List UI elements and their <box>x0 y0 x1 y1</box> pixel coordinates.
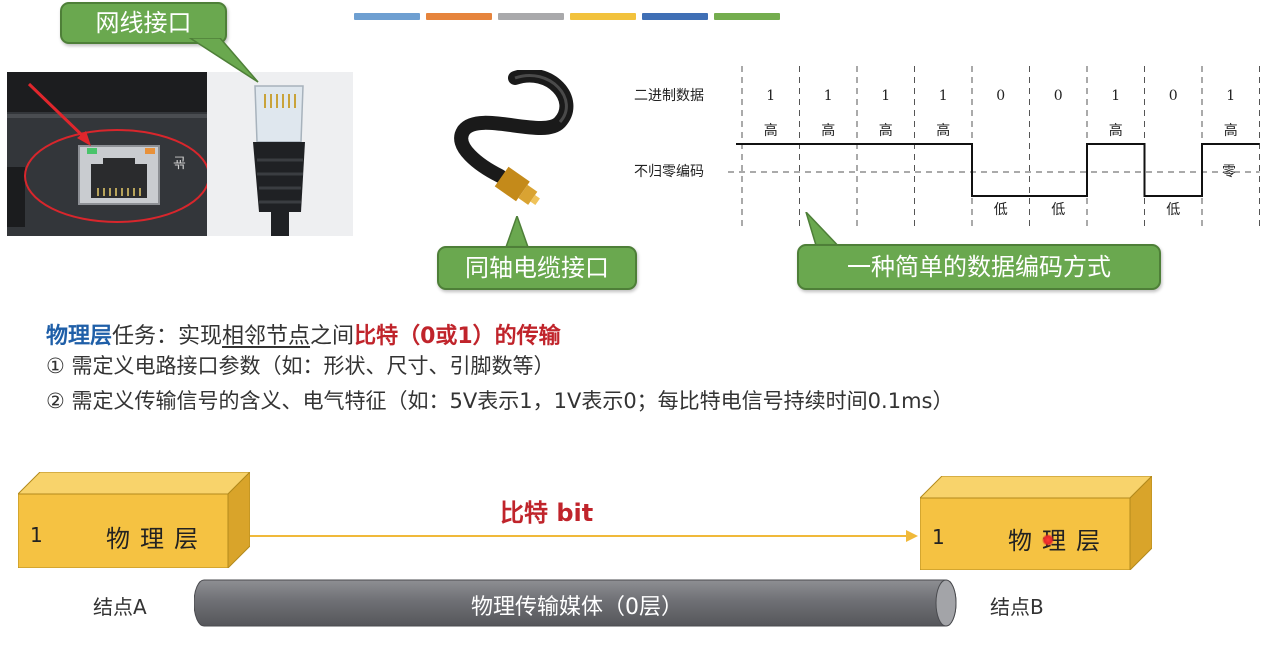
callout-coax: 同轴电缆接口 <box>437 246 637 290</box>
bit-arrow <box>250 530 918 542</box>
color-strip-segment <box>642 13 708 20</box>
physical-layer-title: 物理层 <box>46 324 113 349</box>
nrz-encoding-diagram: 二进制数据 不归零编码 零 1高1高1高1高0低0低1高0低1高 <box>634 66 1260 226</box>
coax-cable-photo <box>440 68 580 220</box>
bit-label: 比特 bit <box>500 499 594 527</box>
nrz-level-label: 高 <box>821 122 835 139</box>
nrz-level-label: 低 <box>1166 202 1180 218</box>
nrz-bit-value: 1 <box>939 88 948 104</box>
nrz-waveform <box>736 143 1260 197</box>
nrz-level-label: 高 <box>936 122 950 139</box>
nrz-bit-value: 0 <box>1054 88 1063 104</box>
nrz-level-label: 高 <box>1224 122 1238 139</box>
binary-data-row-label: 二进制数据 <box>634 88 704 104</box>
callout-encoding: 一种简单的数据编码方式 <box>797 244 1161 290</box>
nrz-level-label: 高 <box>1109 122 1123 139</box>
node-b-layer-label: 物理层 <box>1008 527 1110 555</box>
color-strip-segment <box>714 13 780 20</box>
requirement-item-2: ② 需定义传输信号的含义、电气特征（如：5V表示1，1V表示0；每比特电信号持续… <box>46 389 954 413</box>
nrz-level-label: 低 <box>1051 202 1065 218</box>
color-strip-segment <box>426 13 492 20</box>
nrz-level-label: 高 <box>764 122 778 139</box>
node-a-physical-layer-box: 1 物理层 <box>18 472 250 568</box>
nrz-level-label: 低 <box>994 202 1008 218</box>
physical-medium-label: 物理传输媒体（0层） <box>471 595 683 620</box>
nrz-bit-value: 0 <box>1169 88 1178 104</box>
node-a-layer-label: 物理层 <box>106 525 208 553</box>
nrz-bit-value: 1 <box>881 88 890 104</box>
task-text-a: 任务：实现 <box>112 324 223 349</box>
callout-coax-pointer <box>504 216 530 250</box>
ethernet-port-photo: 굒 <box>7 72 207 236</box>
node-a-label: 结点A <box>93 595 147 619</box>
color-strip-segment <box>354 13 420 20</box>
nrz-level-label: 高 <box>879 122 893 139</box>
bit-transfer-highlight: 比特（0或1）的传输 <box>354 324 561 349</box>
nrz-bit-value: 0 <box>996 88 1005 104</box>
adjacent-nodes-text: 相邻节点 <box>222 324 311 349</box>
node-b-layer-number: 1 <box>932 525 945 549</box>
callout-ethernet-pointer <box>188 38 259 83</box>
color-strip-segment <box>570 13 636 20</box>
laser-pointer-dot <box>1042 534 1054 546</box>
physical-layer-task-line: 物理层任务：实现相邻节点之间比特（0或1）的传输 <box>46 318 561 350</box>
nrz-bit-value: 1 <box>1111 88 1120 104</box>
svg-text:굒: 굒 <box>173 156 186 172</box>
node-b-physical-layer-box: 1 物理层 <box>920 476 1152 570</box>
node-b-label: 结点B <box>990 595 1044 619</box>
nrz-row-label: 不归零编码 <box>634 163 704 180</box>
nrz-bit-value: 1 <box>824 88 833 104</box>
nrz-bit-value: 1 <box>766 88 775 104</box>
task-text-b: 之间 <box>310 324 355 349</box>
node-a-layer-number: 1 <box>30 523 43 547</box>
physical-medium-cylinder: 物理传输媒体（0层） <box>194 578 960 628</box>
nrz-bit-value: 1 <box>1226 88 1235 104</box>
color-strip-segment <box>498 13 564 20</box>
requirement-item-1: ① 需定义电路接口参数（如：形状、尺寸、引脚数等） <box>46 354 555 378</box>
color-strip <box>354 13 780 20</box>
ethernet-plug-photo <box>207 72 353 236</box>
